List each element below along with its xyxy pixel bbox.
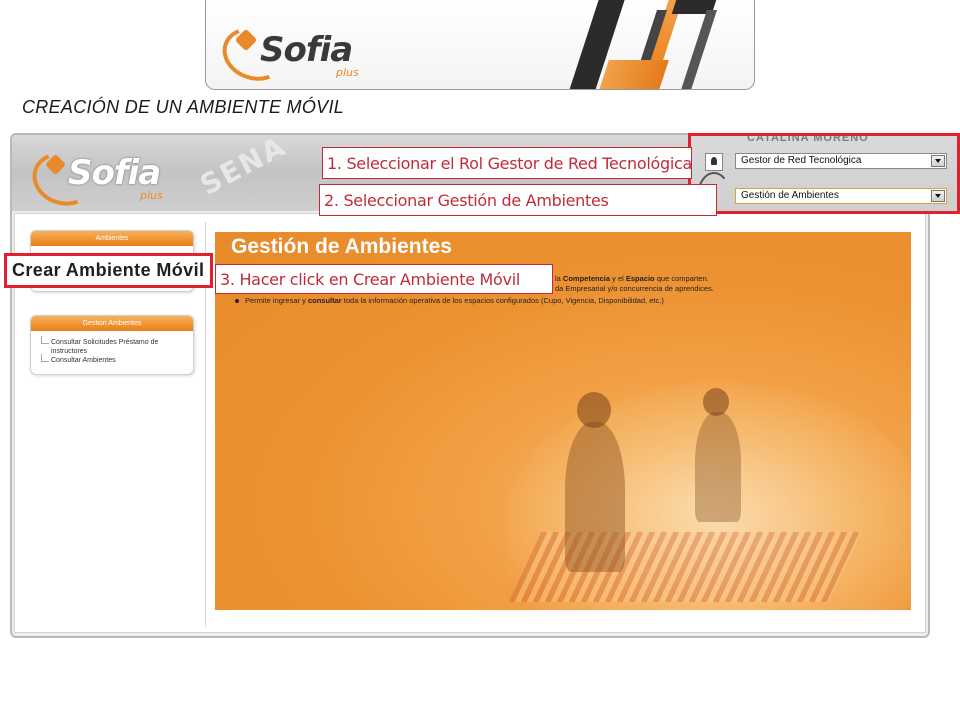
sidebar-ambientes-title: Ambientes [31, 231, 193, 246]
app-logo-word: Sofia [68, 153, 161, 193]
role-select[interactable]: Gestor de Red Tecnológica [735, 153, 947, 169]
sena-watermark: SENA [194, 133, 292, 202]
top-banner: Sofia plus [205, 0, 755, 90]
user-avatar-icon [705, 153, 723, 171]
sidebar-gestion-title: Gestion Ambientes [31, 316, 193, 331]
sidebar-gestion-list: Consultar Solicitudes Préstamo de instruc… [39, 336, 158, 365]
sidebar-item-consultar-ambientes[interactable]: Consultar Ambientes [39, 354, 158, 365]
module-select[interactable]: Gestión de Ambientes [735, 188, 947, 204]
bullet-icon [235, 299, 239, 304]
slide-title: CREACIÓN DE UN AMBIENTE MÓVIL [22, 97, 345, 117]
chevron-down-icon[interactable] [931, 190, 945, 202]
sidebar-gestion-box: Gestion Ambientes Consultar Solicitudes … [30, 315, 194, 375]
app-logo-plus: plus [140, 189, 163, 202]
role-module-zoom: CATALINA MORENO Gestor de Red Tecnológic… [688, 133, 960, 214]
user-name: CATALINA MORENO [747, 133, 869, 144]
description-text: la Competencia y el Espacio que comparte… [555, 274, 714, 293]
step-3-callout: 3. Hacer click en Crear Ambiente Móvil [215, 264, 553, 294]
step-2-callout: 2. Seleccionar Gestión de Ambientes [319, 184, 717, 216]
app-logo: Sofia plus [24, 139, 198, 215]
page-title: Gestión de Ambientes [231, 235, 452, 258]
banner-decoration [544, 0, 744, 89]
logo-plus: plus [336, 66, 359, 79]
sofia-plus-logo: Sofia plus [215, 10, 386, 89]
workshop-photo [505, 382, 911, 610]
chevron-down-icon[interactable] [931, 155, 945, 167]
crear-ambiente-movil-link[interactable]: Crear Ambiente Móvil [4, 253, 213, 288]
step-1-callout: 1. Seleccionar el Rol Gestor de Red Tecn… [322, 147, 692, 179]
logo-word: Sofia [260, 30, 353, 70]
description-bullet: Permite ingresar y consultar toda la inf… [235, 296, 664, 305]
sidebar-item-consultar-solicitudes[interactable]: Consultar Solicitudes Préstamo de instruc… [39, 336, 158, 356]
